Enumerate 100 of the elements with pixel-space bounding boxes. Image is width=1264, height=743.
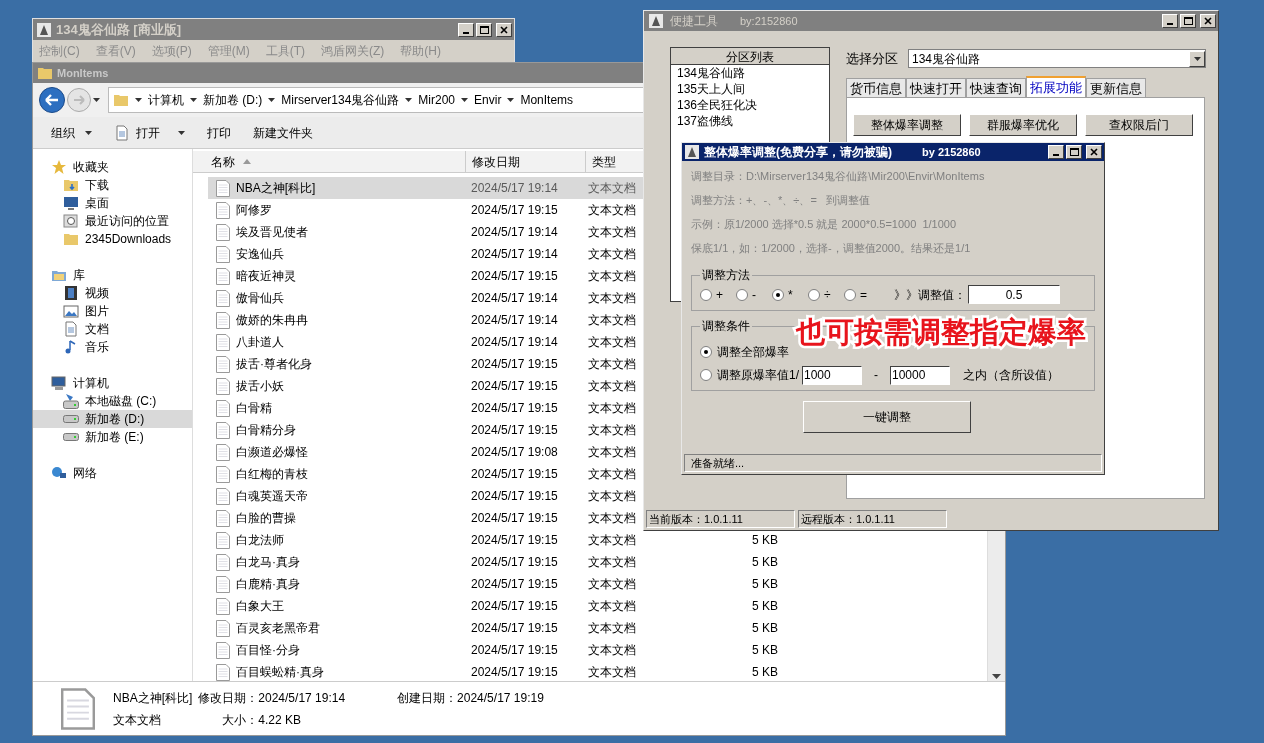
- file-name: 阿修罗: [236, 202, 272, 219]
- modified-date: 2024/5/17 19:15: [470, 268, 559, 285]
- window-title: 134鬼谷仙路 [商业版]: [56, 20, 182, 39]
- modified-date: 2024/5/17 19:14: [470, 246, 559, 263]
- file-type: 文本文档: [587, 444, 637, 461]
- detail-size: 大小：4.22 KB: [221, 711, 303, 729]
- modified-date: 2024/5/17 19:15: [470, 554, 559, 571]
- file-type: 文本文档: [587, 642, 637, 659]
- file-name: 埃及晋见使者: [236, 224, 308, 241]
- file-type: 文本文档: [587, 620, 637, 637]
- modified-date: 2024/5/17 19:15: [470, 400, 559, 417]
- file-name: NBA之神[科比]: [236, 180, 316, 197]
- radio-label: -: [752, 286, 756, 304]
- file-name: 安逸仙兵: [236, 246, 284, 263]
- file-name: 白濒道必爆怪: [236, 444, 308, 461]
- file-type: 文本文档: [587, 664, 637, 681]
- file-type: 文本文档: [587, 334, 637, 351]
- file-type: 文本文档: [587, 466, 637, 483]
- modified-date: 2024/5/17 19:14: [470, 334, 559, 351]
- modified-date: 2024/5/17 19:15: [470, 356, 559, 373]
- file-type: 文本文档: [587, 422, 637, 439]
- range-suffix: 之内（含所设值）: [963, 367, 1059, 384]
- status-panel: 当前版本：1.0.1.11: [646, 510, 795, 528]
- file-type: 文本文档: [587, 598, 637, 615]
- file-size: 5 KB: [751, 620, 778, 637]
- file-name: 白骨精分身: [236, 422, 296, 439]
- modified-date: 2024/5/17 19:14: [470, 180, 559, 197]
- file-size: 5 KB: [751, 642, 778, 659]
- modified-date: 2024/5/17 19:15: [470, 466, 559, 483]
- file-name: 白龙马·真身: [236, 554, 300, 571]
- file-size: 5 KB: [751, 554, 778, 571]
- status-bar: 准备就绪...: [684, 454, 1102, 472]
- file-type: 文本文档: [587, 576, 637, 593]
- file-type: 文本文档: [587, 554, 637, 571]
- file-name: 白龙法师: [236, 532, 284, 549]
- author-label: by:2152860: [740, 13, 799, 29]
- radio-label: +: [716, 286, 723, 304]
- file-type: 文本文档: [587, 312, 637, 329]
- file-name: 百目蜈蚣精·真身: [236, 664, 324, 681]
- file-type: 文本文档: [587, 268, 637, 285]
- group-label: 调整条件: [701, 318, 751, 335]
- info-text: 保底1/1，如：1/2000，选择-，调整值2000。结果还是1/1: [691, 241, 972, 256]
- detail-modified: 修改日期：2024/5/17 19:14: [198, 689, 346, 707]
- modified-date: 2024/5/17 19:15: [470, 422, 559, 439]
- modified-date: 2024/5/17 19:15: [470, 576, 559, 593]
- file-name: 百灵亥老黑帝君: [236, 620, 320, 637]
- file-type: 文本文档: [587, 180, 637, 197]
- file-type: 文本文档: [587, 356, 637, 373]
- modified-date: 2024/5/17 19:15: [470, 532, 559, 549]
- radio-label: 调整原爆率值1/: [717, 367, 799, 384]
- detail-type: 文本文档: [113, 711, 162, 729]
- author-label: by 2152860: [922, 144, 982, 160]
- window-title: 便捷工具: [670, 13, 718, 30]
- detail-created: 创建日期：2024/5/17 19:19: [397, 689, 544, 707]
- file-size: 5 KB: [751, 598, 778, 615]
- file-type: 文本文档: [587, 488, 637, 505]
- file-type: 文本文档: [587, 224, 637, 241]
- status-panel: 远程版本：1.0.1.11: [798, 510, 947, 528]
- file-name: 白象大王: [236, 598, 284, 615]
- file-size: 5 KB: [751, 576, 778, 593]
- modified-date: 2024/5/17 19:15: [470, 488, 559, 505]
- file-name: 八卦道人: [236, 334, 284, 351]
- file-name: 拔舌小妖: [236, 378, 284, 395]
- modified-date: 2024/5/17 19:15: [470, 598, 559, 615]
- annotation-text: 也可按需调整指定爆率: [796, 315, 1086, 350]
- window-title: MonItems: [57, 65, 109, 81]
- file-size: 5 KB: [751, 664, 778, 681]
- modified-date: 2024/5/17 19:14: [470, 224, 559, 241]
- list-header: 分区列表: [671, 48, 829, 65]
- modified-date: 2024/5/17 19:08: [470, 444, 559, 461]
- file-type: 文本文档: [587, 532, 637, 549]
- modified-date: 2024/5/17 19:14: [470, 312, 559, 329]
- file-name: 白鹿精·真身: [236, 576, 300, 593]
- modified-date: 2024/5/17 19:15: [470, 202, 559, 219]
- file-type: 文本文档: [587, 378, 637, 395]
- file-name: 白脸的曹操: [236, 510, 296, 527]
- file-name: 百目怪·分身: [236, 642, 300, 659]
- radio-label: ÷: [824, 286, 831, 304]
- file-name: 拔舌·尊者化身: [236, 356, 312, 373]
- modified-date: 2024/5/17 19:15: [470, 378, 559, 395]
- group-label: 调整方法: [701, 267, 751, 284]
- file-type: 文本文档: [587, 400, 637, 417]
- file-name: 傲娇的朱冉冉: [236, 312, 308, 329]
- radio-label: =: [860, 286, 867, 304]
- file-name: 白红梅的青枝: [236, 466, 308, 483]
- modified-date: 2024/5/17 19:15: [470, 664, 559, 681]
- detail-file-name: NBA之神[科比]: [113, 689, 193, 707]
- value-label: 》》调整值：: [894, 286, 966, 304]
- file-name: 暗夜近神灵: [236, 268, 296, 285]
- radio-label: *: [788, 286, 793, 304]
- modified-date: 2024/5/17 19:15: [470, 620, 559, 637]
- file-type: 文本文档: [587, 290, 637, 307]
- modified-date: 2024/5/17 19:15: [470, 642, 559, 659]
- file-name: 白魂英遥天帝: [236, 488, 308, 505]
- file-size: 5 KB: [751, 532, 778, 549]
- modified-date: 2024/5/17 19:14: [470, 290, 559, 307]
- window-title: 整体爆率调整(免费分享，请勿被骗): [704, 144, 892, 161]
- file-name: 傲骨仙兵: [236, 290, 284, 307]
- info-text: 示例：原1/2000 选择*0.5 就是 2000*0.5=1000 1/1000: [691, 217, 958, 232]
- range-separator: -: [874, 367, 878, 384]
